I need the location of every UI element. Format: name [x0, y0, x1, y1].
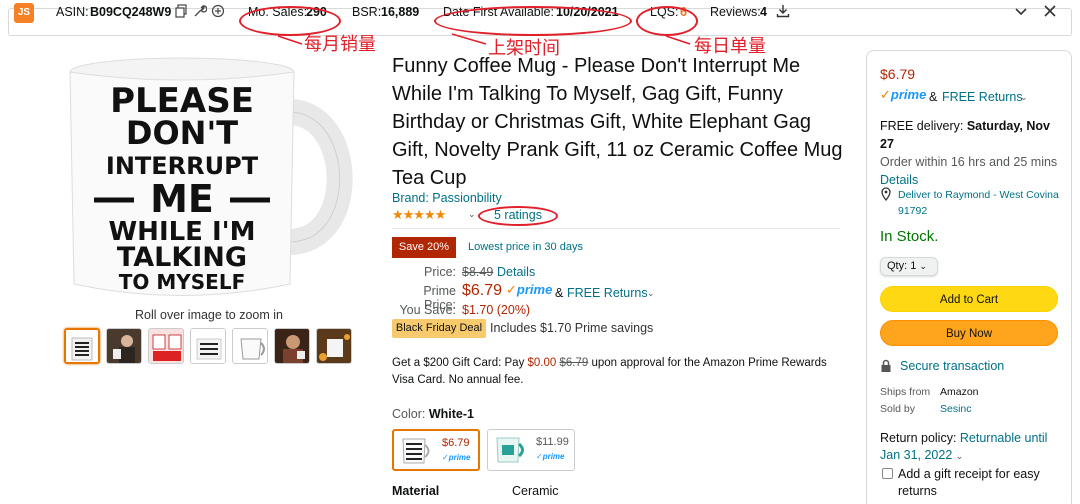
mug-text-line: TALKING [117, 242, 247, 273]
material-value: Ceramic [512, 484, 559, 498]
delivery-info: FREE delivery: Saturday, Nov 27 Order wi… [880, 119, 1058, 187]
variant-prime: ✓prime [442, 453, 471, 462]
return-policy: Return policy: Returnable until Jan 31, … [880, 431, 1048, 462]
mug-text-line: TO MYSELF [119, 270, 245, 294]
add-to-cart-button[interactable]: Add to Cart [880, 286, 1058, 312]
reviews-value: 4 [760, 5, 767, 19]
thumbnail-4[interactable] [190, 328, 226, 364]
chevron-down-icon[interactable]: ⌄ [647, 288, 655, 299]
chevron-down-icon[interactable]: ⌄ [956, 451, 964, 461]
add-circle-icon[interactable] [211, 4, 225, 18]
mug-text-line: DON'T [126, 114, 238, 152]
lqs-highlight-oval [636, 6, 698, 36]
mug-text-line: ME [150, 177, 214, 221]
ampersand: & [929, 90, 938, 104]
buybox-price: $6.79 [880, 66, 916, 82]
chevron-down-icon: ⌄ [919, 261, 927, 271]
delivery-details-link[interactable]: Details [880, 173, 918, 187]
deliver-to-link[interactable]: Deliver to Raymond - West Covina 91792 [898, 187, 1068, 219]
thumbnail-2[interactable] [106, 328, 142, 364]
ships-from-value: Amazon [940, 386, 979, 398]
brand-link[interactable]: Brand: Passionbility [392, 191, 502, 205]
stock-status: In Stock. [880, 228, 939, 245]
bsr-label: BSR: [352, 5, 382, 19]
chevron-down-icon[interactable]: ⌄ [1020, 92, 1028, 103]
js-logo[interactable]: JS [14, 3, 34, 23]
details-link[interactable]: Details [497, 265, 535, 279]
black-friday-badge: Black Friday Deal [392, 319, 486, 338]
asin-label: ASIN: [56, 5, 89, 19]
variant-mug-image [402, 438, 430, 464]
wrench-icon[interactable] [193, 4, 207, 18]
annotation-arrow-icon [277, 35, 303, 45]
buy-now-button[interactable]: Buy Now [880, 320, 1058, 346]
chevron-down-icon[interactable]: ⌄ [468, 209, 476, 220]
ampersand: & [555, 286, 564, 300]
variant-mug-image [496, 437, 524, 463]
download-icon[interactable] [776, 4, 790, 18]
product-main-image[interactable]: PLEASE DON'T INTERRUPT ME WHILE I'M TALK… [64, 52, 354, 307]
thumbnail-1[interactable] [64, 328, 100, 364]
gift-receipt-label[interactable]: Add a gift receipt for easy returns [898, 466, 1068, 500]
free-returns-link[interactable]: FREE Returns [942, 90, 1023, 104]
ships-from-label: Ships from [880, 386, 931, 398]
star-rating-icon[interactable]: ★★★★★ [392, 207, 446, 223]
zoom-hint-text: Roll over image to zoom in [135, 308, 283, 322]
you-save-label: You Save: [399, 303, 456, 317]
variant-prime: ✓prime [536, 452, 565, 461]
color-variant-white-1[interactable]: $6.79 ✓prime [392, 429, 480, 471]
lowest-price-link[interactable]: Lowest price in 30 days [468, 241, 583, 253]
bsr-value: 16,889 [381, 5, 420, 19]
close-icon[interactable] [1043, 4, 1057, 18]
prime-savings-text: Includes $1.70 Prime savings [490, 321, 654, 335]
divider [392, 228, 840, 229]
check-icon: ✓ [880, 87, 891, 102]
thumbnail-3[interactable] [148, 328, 184, 364]
color-variant-2[interactable]: $11.99 ✓prime [487, 429, 575, 471]
material-label: Material [392, 484, 440, 498]
chevron-down-icon[interactable] [1014, 4, 1028, 18]
location-pin-icon [881, 187, 891, 201]
thumbnail-6[interactable] [274, 328, 310, 364]
save-badge: Save 20% [392, 237, 456, 258]
quantity-select[interactable]: Qty: 1 ⌄ [880, 257, 938, 276]
you-save-value: $1.70 (20%) [462, 303, 531, 317]
asin-value: B09CQ248W9 [90, 5, 172, 19]
sold-by-link[interactable]: Sesinc [940, 403, 972, 415]
gift-receipt-checkbox[interactable] [882, 468, 893, 479]
check-icon: ✓ [506, 282, 517, 297]
lock-icon [881, 359, 891, 372]
thumbnail-5[interactable] [232, 328, 268, 364]
prime-price: $6.79 [462, 282, 503, 299]
gift-card-offer[interactable]: Get a $200 Gift Card: Pay $0.00 $6.79 up… [392, 355, 832, 389]
product-title: Funny Coffee Mug - Please Don't Interrup… [392, 55, 843, 189]
mug-text-line: INTERRUPT [106, 152, 259, 180]
variant-price: $11.99 [536, 436, 569, 448]
prime-logo: ✓prime [880, 87, 927, 102]
annotation-arrow-icon [665, 35, 691, 45]
annotation-arrow-icon [451, 33, 487, 45]
prime-logo: ✓prime [506, 282, 553, 297]
free-returns-link[interactable]: FREE Returns [567, 286, 648, 300]
reviews-label: Reviews: [710, 5, 761, 19]
ratings-link[interactable]: 5 ratings [494, 208, 542, 222]
thumbnail-7[interactable] [316, 328, 352, 364]
color-label: Color: White-1 [392, 407, 474, 421]
price-label: Price: [424, 265, 456, 279]
sold-by-label: Sold by [880, 403, 916, 415]
variant-price: $6.79 [442, 437, 470, 449]
copy-icon[interactable] [175, 4, 189, 18]
list-price: $8.49 [462, 265, 494, 279]
secure-transaction-link[interactable]: Secure transaction [900, 359, 1004, 373]
